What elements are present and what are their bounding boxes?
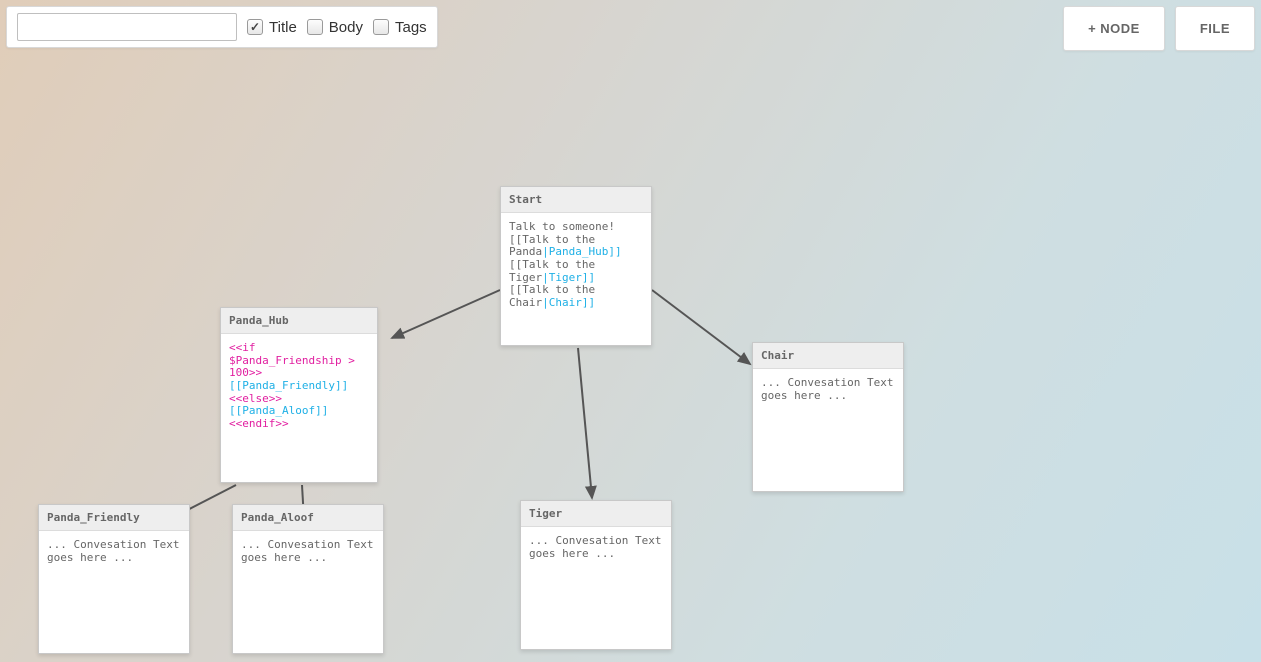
node-panda-hub[interactable]: Panda_Hub <<if $Panda_Friendship > 100>>…: [220, 307, 378, 483]
node-title: Panda_Aloof: [233, 505, 383, 531]
node-chair[interactable]: Chair ... Convesation Text goes here ...: [752, 342, 904, 492]
node-title: Start: [501, 187, 651, 213]
node-tiger[interactable]: Tiger ... Convesation Text goes here ...: [520, 500, 672, 650]
node-panda-aloof[interactable]: Panda_Aloof ... Convesation Text goes he…: [232, 504, 384, 654]
node-body: ... Convesation Text goes here ...: [233, 531, 383, 641]
node-start[interactable]: Start Talk to someone![[Talk to the Pand…: [500, 186, 652, 346]
node-canvas[interactable]: Start Talk to someone![[Talk to the Pand…: [0, 0, 1261, 662]
node-title: Panda_Hub: [221, 308, 377, 334]
node-title: Tiger: [521, 501, 671, 527]
node-body: ... Convesation Text goes here ...: [521, 527, 671, 637]
node-body: ... Convesation Text goes here ...: [753, 369, 903, 479]
node-title: Panda_Friendly: [39, 505, 189, 531]
node-body: ... Convesation Text goes here ...: [39, 531, 189, 641]
node-panda-friendly[interactable]: Panda_Friendly ... Convesation Text goes…: [38, 504, 190, 654]
node-title: Chair: [753, 343, 903, 369]
node-body: <<if $Panda_Friendship > 100>>[[Panda_Fr…: [221, 334, 377, 444]
node-body: Talk to someone![[Talk to the Panda|Pand…: [501, 213, 651, 323]
